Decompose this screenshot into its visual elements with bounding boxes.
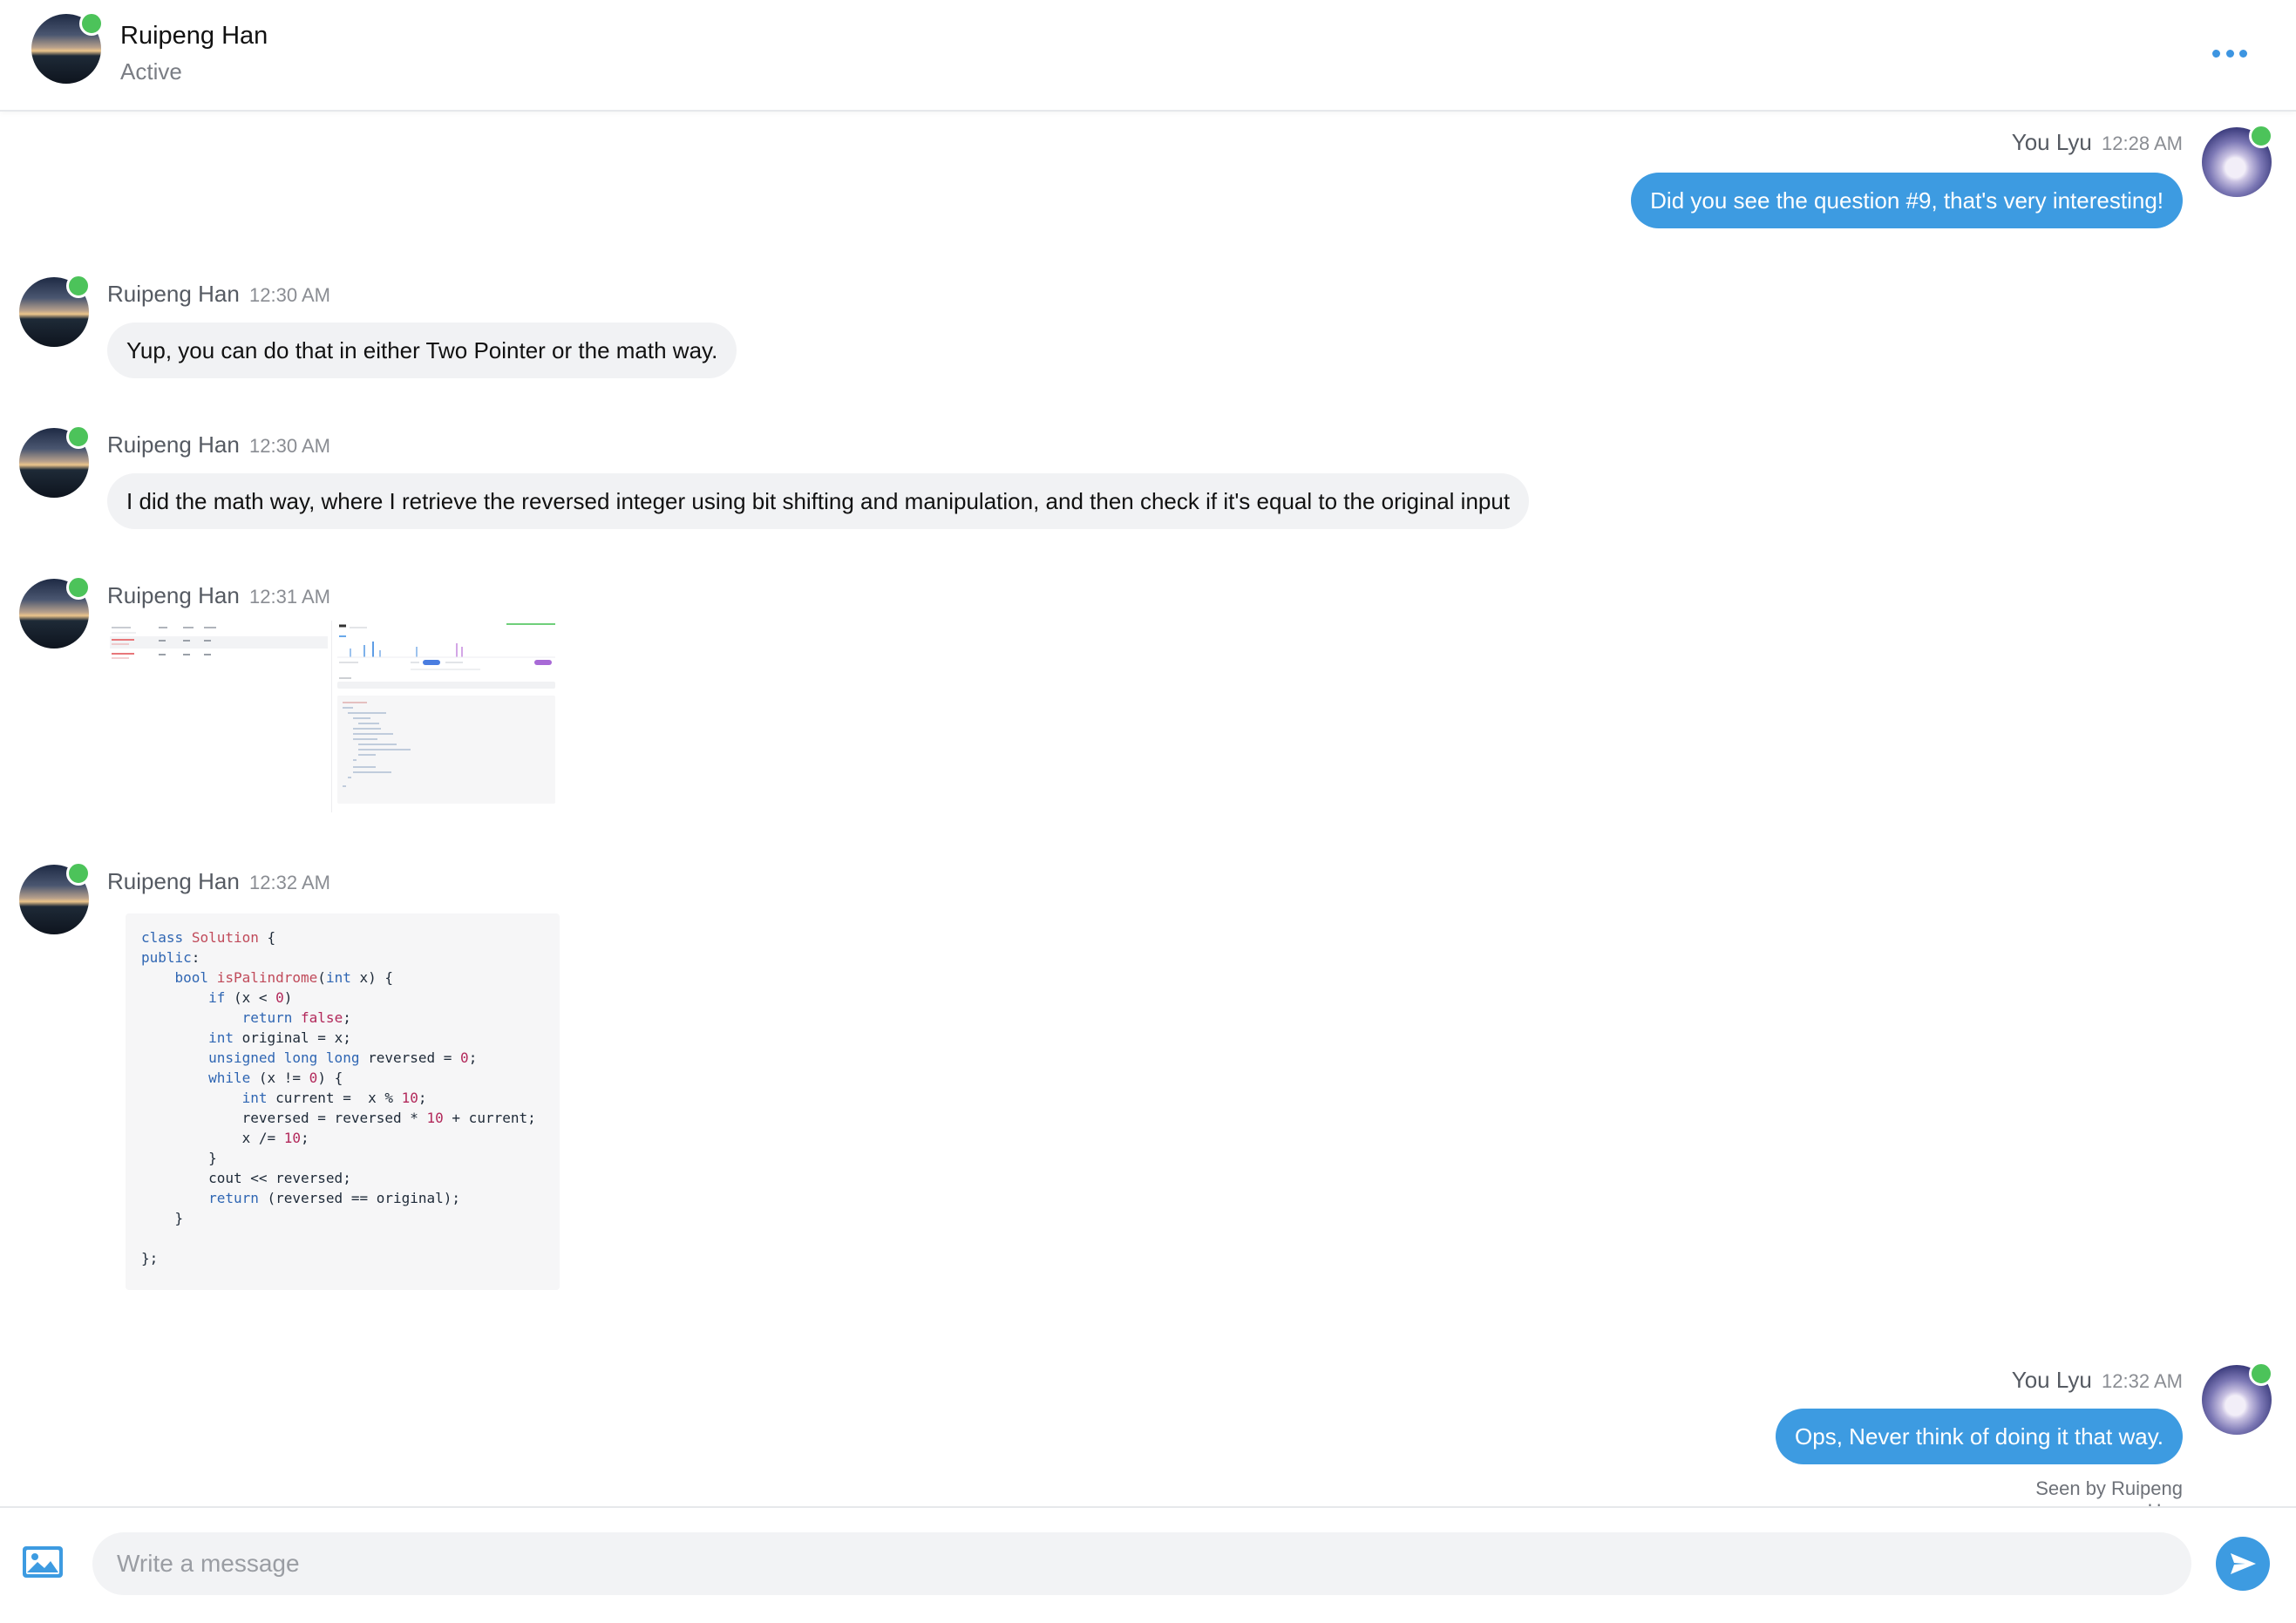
contact-status: Active <box>120 58 182 85</box>
send-icon <box>2231 1553 2256 1574</box>
message-time: 12:31 AM <box>249 586 330 608</box>
sender-name: Ruipeng Han <box>107 281 240 307</box>
message-meta: You Lyu 12:28 AM <box>2012 129 2183 156</box>
message-time: 12:30 AM <box>249 284 330 306</box>
message-bubble: Did you see the question #9, that's very… <box>1631 173 2183 228</box>
contact-name: Ruipeng Han <box>120 22 268 50</box>
message-meta: You Lyu 12:32 AM <box>2012 1367 2183 1394</box>
message-meta: Ruipeng Han 12:32 AM <box>107 868 330 895</box>
sender-name: You Lyu <box>2011 129 2092 155</box>
image-attachment[interactable] <box>331 621 560 812</box>
message-bubble: Ops, Never think of doing it that way. <box>1776 1409 2183 1464</box>
message-bubble: Yup, you can do that in either Two Point… <box>107 323 737 378</box>
message-time: 12:32 AM <box>2102 1370 2183 1392</box>
send-button[interactable] <box>2216 1537 2270 1591</box>
online-indicator <box>66 861 91 886</box>
image-attachment[interactable] <box>110 621 328 680</box>
more-options-icon[interactable] <box>2212 47 2247 59</box>
message-bubble: I did the math way, where I retrieve the… <box>107 473 1530 529</box>
online-indicator <box>66 274 91 298</box>
message-time: 12:28 AM <box>2102 132 2183 154</box>
online-indicator <box>2249 1362 2273 1386</box>
sender-name: Ruipeng Han <box>107 582 240 608</box>
sender-name: Ruipeng Han <box>107 868 240 894</box>
message-time: 12:32 AM <box>249 872 330 893</box>
message-meta: Ruipeng Han 12:31 AM <box>107 582 330 609</box>
online-indicator <box>2249 124 2273 148</box>
online-indicator <box>79 11 104 36</box>
chat-header: Ruipeng Han Active <box>0 0 2296 112</box>
message-input[interactable] <box>92 1532 2191 1595</box>
online-indicator <box>66 575 91 600</box>
sender-name: Ruipeng Han <box>107 431 240 458</box>
message-meta: Ruipeng Han 12:30 AM <box>107 431 330 458</box>
code-image-attachment[interactable]: class Solution { public: bool isPalindro… <box>126 913 560 1290</box>
message-meta: Ruipeng Han 12:30 AM <box>107 281 330 308</box>
sender-name: You Lyu <box>2011 1367 2092 1393</box>
online-indicator <box>66 424 91 449</box>
message-time: 12:30 AM <box>249 435 330 457</box>
image-icon[interactable] <box>21 1543 66 1581</box>
